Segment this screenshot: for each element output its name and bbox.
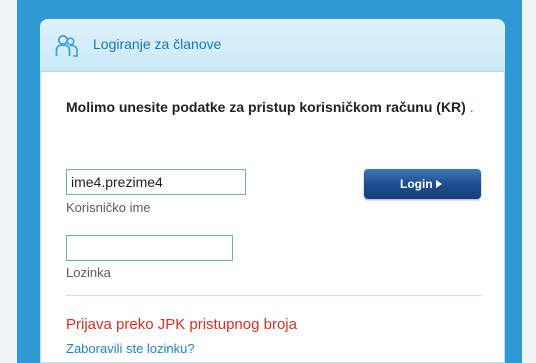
user-icon bbox=[55, 34, 79, 58]
panel-title: Logiranje za članove bbox=[93, 36, 222, 52]
password-label: Lozinka bbox=[66, 265, 111, 280]
intro-trailing-dot: . bbox=[469, 99, 474, 115]
forgot-password-link[interactable]: Zaboravili ste lozinku? bbox=[66, 341, 195, 356]
divider bbox=[66, 295, 482, 296]
login-button-label: Login bbox=[400, 177, 433, 191]
panel-header: Logiranje za članove bbox=[40, 19, 505, 72]
password-input[interactable] bbox=[66, 235, 233, 261]
login-button[interactable]: Login bbox=[364, 169, 481, 199]
intro-message: Molimo unesite podatke za pristup korisn… bbox=[66, 99, 466, 115]
arrow-right-icon bbox=[436, 180, 442, 188]
pin-login-link[interactable]: Prijava preko JPK pristupnog broja bbox=[66, 316, 297, 333]
username-label: Korisničko ime bbox=[66, 200, 151, 215]
username-input[interactable] bbox=[66, 169, 246, 195]
intro-text: Molimo unesite podatke za pristup korisn… bbox=[66, 99, 476, 116]
login-panel: Logiranje za članove Molimo unesite poda… bbox=[40, 19, 505, 363]
